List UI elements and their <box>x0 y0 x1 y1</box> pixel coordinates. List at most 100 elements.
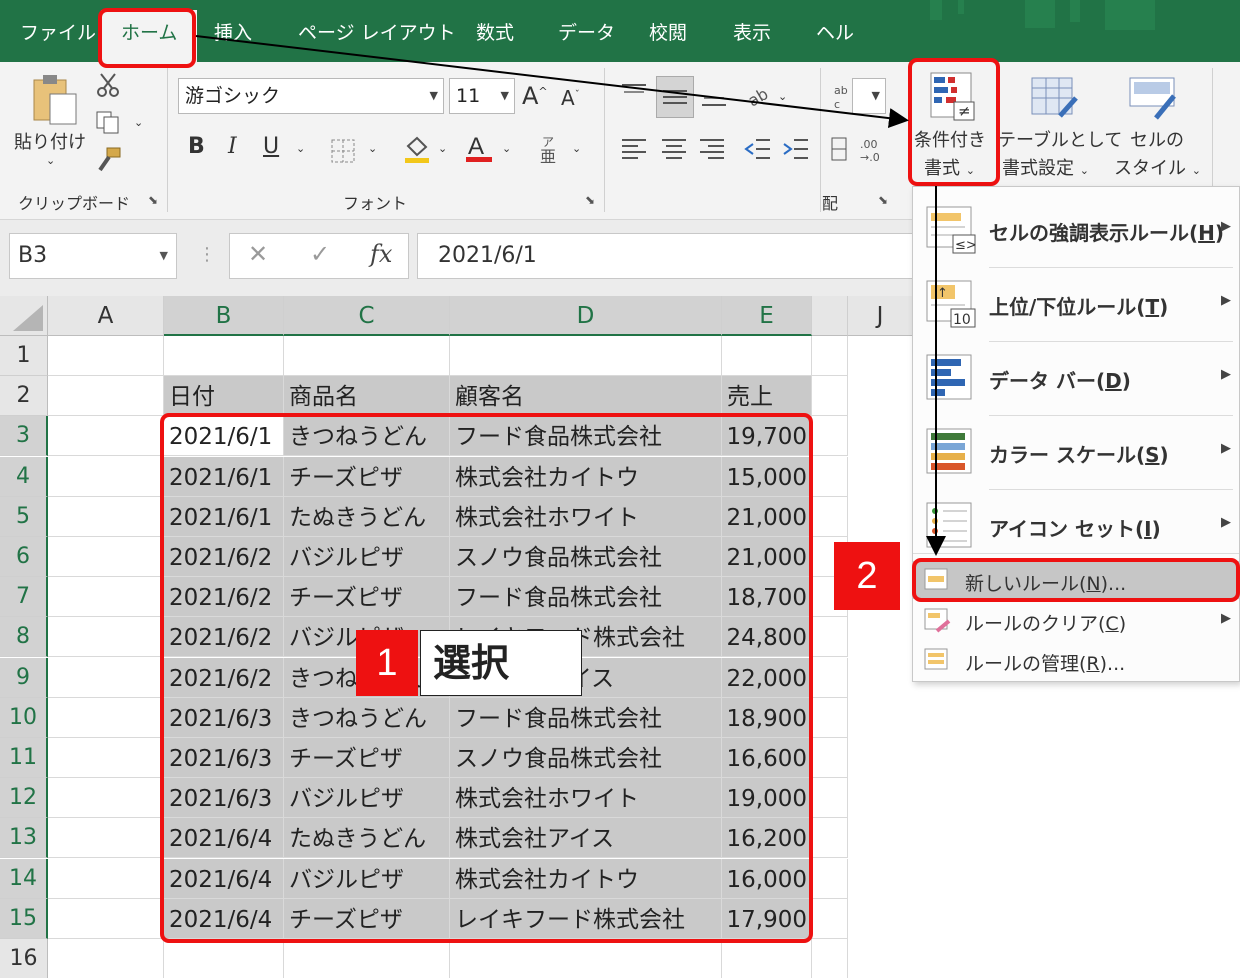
row-header-10[interactable]: 10 <box>0 697 48 738</box>
cut-icon[interactable] <box>95 72 121 102</box>
cell-a4[interactable] <box>48 456 164 497</box>
cell-d2[interactable]: 顧客名 <box>450 376 722 417</box>
menu-item-top-bottom-rules[interactable]: ↑ 10 上位/下位ルール(T) ▶ <box>913 273 1239 335</box>
tab-formulas[interactable]: 数式 <box>476 0 514 62</box>
column-header-c[interactable]: C <box>284 296 450 336</box>
font-name-select[interactable]: 游ゴシック ▼ <box>178 78 444 114</box>
decrease-indent-icon[interactable] <box>744 136 772 166</box>
paste-dropdown-icon[interactable]: ⌄ <box>46 154 55 167</box>
row-header-14[interactable]: 14 <box>0 858 48 899</box>
fill-color-icon[interactable] <box>402 134 432 168</box>
cell-a15[interactable] <box>48 898 164 939</box>
tab-page-layout[interactable]: ページ レイアウト <box>298 0 456 62</box>
row-header-4[interactable]: 4 <box>0 456 48 497</box>
cell-a5[interactable] <box>48 496 164 537</box>
name-box[interactable]: B3 ▼ <box>9 233 177 279</box>
border-icon[interactable] <box>330 138 356 168</box>
cell-a7[interactable] <box>48 577 164 618</box>
row-header-9[interactable]: 9 <box>0 657 48 698</box>
paste-button[interactable]: 貼り付け <box>14 128 86 154</box>
format-as-table-icon[interactable] <box>1030 72 1078 126</box>
font-launcher-icon[interactable]: ⬊ <box>585 193 595 207</box>
menu-item-manage-rules[interactable]: ルールの管理(R)... <box>913 641 1239 679</box>
underline-dropdown-icon[interactable]: ⌄ <box>296 142 305 155</box>
row-header-6[interactable]: 6 <box>0 537 48 577</box>
cell-d16[interactable] <box>450 939 722 978</box>
align-top-icon[interactable] <box>620 82 648 112</box>
menu-item-highlight-rules[interactable]: ≤> セルの強調表示ルール(H) ▶ <box>913 199 1239 261</box>
cell-b2[interactable]: 日付 <box>164 376 284 417</box>
cell-c2[interactable]: 商品名 <box>284 376 450 417</box>
row-header-11[interactable]: 11 <box>0 738 48 778</box>
orientation-dropdown-icon[interactable]: ⌄ <box>778 90 787 103</box>
row-header-3[interactable]: 3 <box>0 416 48 457</box>
phonetic-dropdown-icon[interactable]: ⌄ <box>572 142 581 155</box>
row-header-1[interactable]: 1 <box>0 336 48 376</box>
number-launcher-icon[interactable]: ⬊ <box>878 193 888 207</box>
row-header-8[interactable]: 8 <box>0 617 48 658</box>
increase-font-size-icon[interactable]: A^ <box>522 82 548 110</box>
tab-help[interactable]: ヘル <box>816 0 854 62</box>
align-bottom-icon[interactable] <box>700 82 728 112</box>
row-header-7[interactable]: 7 <box>0 577 48 618</box>
cell-j5[interactable] <box>812 496 848 537</box>
cell-j16[interactable] <box>812 939 848 978</box>
clipboard-launcher-icon[interactable]: ⬊ <box>148 193 158 207</box>
number-format-select[interactable]: ▼ <box>852 78 886 114</box>
cell-j12[interactable] <box>812 778 848 819</box>
font-size-select[interactable]: 11 ▼ <box>449 78 515 114</box>
drag-handle-icon[interactable]: ⋮ <box>198 244 216 265</box>
merge-center-icon[interactable] <box>830 136 850 168</box>
row-header-15[interactable]: 15 <box>0 898 48 939</box>
column-header-a[interactable]: A <box>48 296 164 336</box>
copy-dropdown-icon[interactable]: ⌄ <box>134 116 143 129</box>
column-header-j[interactable]: J <box>812 296 879 336</box>
insert-function-icon[interactable]: fx <box>370 240 392 268</box>
select-all-button[interactable] <box>0 296 48 336</box>
cell-j2[interactable] <box>812 376 848 417</box>
cell-a1[interactable] <box>48 336 164 376</box>
format-as-table-label-1[interactable]: テーブルとして <box>998 126 1122 152</box>
cell-j11[interactable] <box>812 738 848 778</box>
cell-a3[interactable] <box>48 416 164 457</box>
underline-button[interactable]: U <box>263 134 279 159</box>
cell-e2[interactable]: 売上 <box>722 376 812 417</box>
cell-styles-label-2[interactable]: スタイル ⌄ <box>1114 154 1201 180</box>
tab-insert[interactable]: 挿入 <box>214 0 252 62</box>
cell-d1[interactable] <box>450 336 722 376</box>
align-left-icon[interactable] <box>620 136 648 166</box>
align-right-icon[interactable] <box>698 136 726 166</box>
cell-b16[interactable] <box>164 939 284 978</box>
cell-a6[interactable] <box>48 537 164 577</box>
tab-view[interactable]: 表示 <box>733 0 771 62</box>
paste-icon[interactable] <box>30 72 80 128</box>
menu-item-data-bars[interactable]: データ バー(D) ▶ <box>913 347 1239 409</box>
fill-color-dropdown-icon[interactable]: ⌄ <box>438 142 447 155</box>
cell-e1[interactable] <box>722 336 812 376</box>
phonetic-guide-icon[interactable]: ア亜 <box>538 134 562 168</box>
wrap-text-icon[interactable]: ab c <box>832 82 852 116</box>
font-color-icon[interactable]: A <box>464 132 494 168</box>
cell-j8[interactable] <box>812 617 848 658</box>
cell-styles-icon[interactable] <box>1128 72 1178 126</box>
copy-icon[interactable] <box>95 110 121 138</box>
column-header-j-ext[interactable]: J <box>848 296 912 336</box>
cell-b1[interactable] <box>164 336 284 376</box>
row-header-2[interactable]: 2 <box>0 376 48 417</box>
menu-item-icon-sets[interactable]: アイコン セット(I) ▶ <box>913 495 1239 557</box>
cell-j1[interactable] <box>812 336 848 376</box>
bold-button[interactable]: B <box>188 134 205 159</box>
enter-icon[interactable]: ✓ <box>310 240 330 268</box>
cell-c1[interactable] <box>284 336 450 376</box>
cell-j3[interactable] <box>812 416 848 457</box>
italic-button[interactable]: I <box>228 134 237 159</box>
cell-a9[interactable] <box>48 657 164 698</box>
menu-item-clear-rules[interactable]: ルールのクリア(C) ▶ <box>913 601 1239 639</box>
tab-review[interactable]: 校閲 <box>649 0 687 62</box>
cell-a16[interactable] <box>48 939 164 978</box>
menu-item-color-scales[interactable]: カラー スケール(S) ▶ <box>913 421 1239 483</box>
format-as-table-label-2[interactable]: 書式設定 ⌄ <box>1002 154 1089 180</box>
cell-a14[interactable] <box>48 858 164 899</box>
cell-e16[interactable] <box>722 939 812 978</box>
cell-a2[interactable] <box>48 376 164 417</box>
